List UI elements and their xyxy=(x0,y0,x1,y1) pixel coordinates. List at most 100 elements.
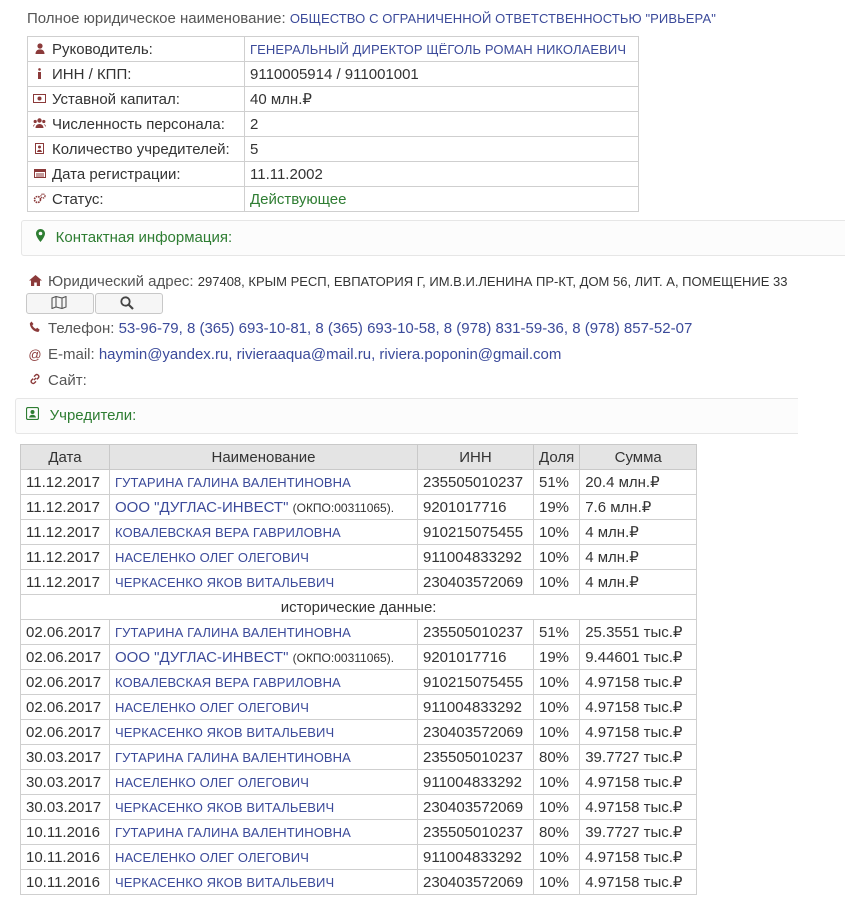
company-info-table: Руководитель: ГЕНЕРАЛЬНЫЙ ДИРЕКТОР ЩЁГОЛЬ… xyxy=(27,36,639,212)
date-cell: 30.03.2017 xyxy=(20,769,110,795)
table-row: 02.06.2017 КОВАЛЕВСКАЯ ВЕРА ГАВРИЛОВНА 910… xyxy=(20,669,698,695)
share-cell: 51% xyxy=(532,619,581,645)
table-row: 10.11.2016 ГУТАРИНА ГАЛИНА ВАЛЕНТИНОВНА 23… xyxy=(20,819,698,845)
contacts-panel-title[interactable]: Контактная информация: xyxy=(36,229,232,246)
phone-numbers[interactable]: 53-96-79, 8 (365) 693-10-81, 8 (365) 693… xyxy=(119,320,693,337)
col-date: Дата xyxy=(20,444,110,470)
full-legal-name: Полное юридическое наименование: ОБЩЕСТВ… xyxy=(27,10,716,27)
share-cell: 10% xyxy=(532,669,581,695)
sum-cell: 7.6 млн.₽ xyxy=(579,494,698,520)
search-button[interactable] xyxy=(95,293,163,314)
founder-link[interactable]: НАСЕЛЕНКО ОЛЕГ ОЛЕГОВИЧ xyxy=(115,850,309,865)
full-name-link[interactable]: ОБЩЕСТВО С ОГРАНИЧЕННОЙ ОТВЕТСТВЕННОСТЬЮ… xyxy=(290,11,716,26)
col-sum: Сумма xyxy=(579,444,698,470)
founder-name-cell: НАСЕЛЕНКО ОЛЕГ ОЛЕГОВИЧ xyxy=(109,694,418,720)
share-cell: 10% xyxy=(532,769,581,795)
founder-link[interactable]: ГУТАРИНА ГАЛИНА ВАЛЕНТИНОВНА xyxy=(115,475,351,490)
founder-link[interactable]: ГУТАРИНА ГАЛИНА ВАЛЕНТИНОВНА xyxy=(115,750,351,765)
historical-label: исторические данные: xyxy=(19,594,698,620)
founder-link[interactable]: ЧЕРКАСЕНКО ЯКОВ ВИТАЛЬЕВИЧ xyxy=(115,725,334,740)
founder-link[interactable]: ООО "ДУГЛАС-ИНВЕСТ" xyxy=(115,649,288,666)
gears-icon xyxy=(33,192,46,207)
table-row: 11.12.2017 ГУТАРИНА ГАЛИНА ВАЛЕНТИНОВНА 23… xyxy=(20,469,698,495)
historical-divider-row: исторические данные: xyxy=(19,594,698,620)
share-cell: 80% xyxy=(532,819,581,845)
info-value: 11.11.2002 xyxy=(250,165,323,183)
sum-cell: 4.97158 тыс.₽ xyxy=(579,869,698,895)
sum-cell: 39.7727 тыс.₽ xyxy=(579,744,698,770)
founders-panel-title[interactable]: Учредители: xyxy=(25,406,137,424)
sum-cell: 4.97158 тыс.₽ xyxy=(579,719,698,745)
share-cell: 10% xyxy=(532,869,581,895)
info-value: 2 xyxy=(250,115,259,133)
founder-name-cell: НАСЕЛЕНКО ОЛЕГ ОЛЕГОВИЧ xyxy=(109,544,418,570)
info-value-cell: Действующее xyxy=(244,186,639,212)
inn-cell: 9201017716 xyxy=(417,494,534,520)
map-marker-icon xyxy=(36,229,49,245)
info-value: 5 xyxy=(250,140,259,158)
inn-cell: 235505010237 xyxy=(417,469,534,495)
sum-cell: 4 млн.₽ xyxy=(579,569,698,595)
sum-cell: 4 млн.₽ xyxy=(579,544,698,570)
legal-address-line: Юридический адрес: 297408, КРЫМ РЕСП, ЕВ… xyxy=(28,273,787,290)
founder-link[interactable]: ЧЕРКАСЕНКО ЯКОВ ВИТАЛЬЕВИЧ xyxy=(115,575,334,590)
map-button[interactable] xyxy=(26,293,94,314)
info-key-cell: Численность персонала: xyxy=(27,111,245,137)
info-key-cell: Дата регистрации: xyxy=(27,161,245,187)
info-label: Численность персонала: xyxy=(52,115,225,133)
founder-link[interactable]: НАСЕЛЕНКО ОЛЕГ ОЛЕГОВИЧ xyxy=(115,550,309,565)
address-label: Юридический адрес: xyxy=(48,273,194,290)
table-row: 02.06.2017 ЧЕРКАСЕНКО ЯКОВ ВИТАЛЬЕВИЧ 2304… xyxy=(20,719,698,745)
date-cell: 02.06.2017 xyxy=(20,619,110,645)
table-row: 11.12.2017 НАСЕЛЕНКО ОЛЕГ ОЛЕГОВИЧ 9110048… xyxy=(20,544,698,570)
table-row: 02.06.2017 ГУТАРИНА ГАЛИНА ВАЛЕНТИНОВНА 23… xyxy=(20,619,698,645)
site-label: Сайт: xyxy=(48,372,87,389)
founder-link[interactable]: КОВАЛЕВСКАЯ ВЕРА ГАВРИЛОВНА xyxy=(115,675,341,690)
info-value: 9110005914 / 911001001 xyxy=(250,65,419,83)
date-cell: 11.12.2017 xyxy=(20,469,110,495)
founder-link[interactable]: ГУТАРИНА ГАЛИНА ВАЛЕНТИНОВНА xyxy=(115,625,351,640)
search-icon xyxy=(120,296,134,310)
share-cell: 10% xyxy=(532,519,581,545)
phone-line: Телефон: 53-96-79, 8 (365) 693-10-81, 8 … xyxy=(28,320,692,337)
date-cell: 11.12.2017 xyxy=(20,569,110,595)
founder-name-cell: ЧЕРКАСЕНКО ЯКОВ ВИТАЛЬЕВИЧ xyxy=(109,569,418,595)
founder-name-cell: ЧЕРКАСЕНКО ЯКОВ ВИТАЛЬЕВИЧ xyxy=(109,794,418,820)
phone-label: Телефон: xyxy=(48,320,115,337)
inn-cell: 911004833292 xyxy=(417,844,534,870)
share-cell: 10% xyxy=(532,794,581,820)
info-value: 40 млн.₽ xyxy=(250,91,312,108)
founder-link[interactable]: НАСЕЛЕНКО ОЛЕГ ОЛЕГОВИЧ xyxy=(115,775,309,790)
info-row: ИНН / КПП: 9110005914 / 911001001 xyxy=(27,61,639,87)
home-icon xyxy=(28,275,42,289)
col-share: Доля xyxy=(532,444,581,470)
email-addresses[interactable]: haymin@yandex.ru, rivieraaqua@mail.ru, r… xyxy=(99,346,562,363)
founder-name-cell: ООО "ДУГЛАС-ИНВЕСТ" (ОКПО:00311065). xyxy=(109,494,418,520)
founders-panel[interactable]: Учредители: xyxy=(15,398,798,434)
founder-name-cell: ООО "ДУГЛАС-ИНВЕСТ" (ОКПО:00311065). xyxy=(109,644,418,670)
date-cell: 11.12.2017 xyxy=(20,519,110,545)
users-icon xyxy=(33,118,46,131)
inn-cell: 235505010237 xyxy=(417,619,534,645)
founder-link[interactable]: ГУТАРИНА ГАЛИНА ВАЛЕНТИНОВНА xyxy=(115,825,351,840)
founders-title-text: Учредители: xyxy=(49,407,137,424)
founder-link[interactable]: ООО "ДУГЛАС-ИНВЕСТ" xyxy=(115,499,288,516)
contacts-panel[interactable]: Контактная информация: xyxy=(21,220,845,256)
founder-link[interactable]: КОВАЛЕВСКАЯ ВЕРА ГАВРИЛОВНА xyxy=(115,525,341,540)
founder-link[interactable]: ЧЕРКАСЕНКО ЯКОВ ВИТАЛЬЕВИЧ xyxy=(115,800,334,815)
info-value-cell: 5 xyxy=(244,136,639,162)
inn-cell: 235505010237 xyxy=(417,819,534,845)
founder-name-cell: КОВАЛЕВСКАЯ ВЕРА ГАВРИЛОВНА xyxy=(109,519,418,545)
site-line: Сайт: xyxy=(28,372,87,389)
founder-link[interactable]: ЧЕРКАСЕНКО ЯКОВ ВИТАЛЬЕВИЧ xyxy=(115,875,334,890)
table-row: 11.12.2017 КОВАЛЕВСКАЯ ВЕРА ГАВРИЛОВНА 910… xyxy=(20,519,698,545)
inn-cell: 235505010237 xyxy=(417,744,534,770)
email-line: @ E-mail: haymin@yandex.ru, rivieraaqua@m… xyxy=(28,346,561,363)
director-link[interactable]: ГЕНЕРАЛЬНЫЙ ДИРЕКТОР ЩЁГОЛЬ РОМАН НИКОЛА… xyxy=(250,42,626,57)
sum-cell: 9.44601 тыс.₽ xyxy=(579,644,698,670)
address-value: 297408, КРЫМ РЕСП, ЕВПАТОРИЯ Г, ИМ.В.И.Л… xyxy=(197,274,788,289)
founders-header-row: Дата Наименование ИНН Доля Сумма xyxy=(20,444,698,470)
founder-link[interactable]: НАСЕЛЕНКО ОЛЕГ ОЛЕГОВИЧ xyxy=(115,700,309,715)
date-cell: 10.11.2016 xyxy=(20,819,110,845)
money-icon xyxy=(33,93,46,106)
